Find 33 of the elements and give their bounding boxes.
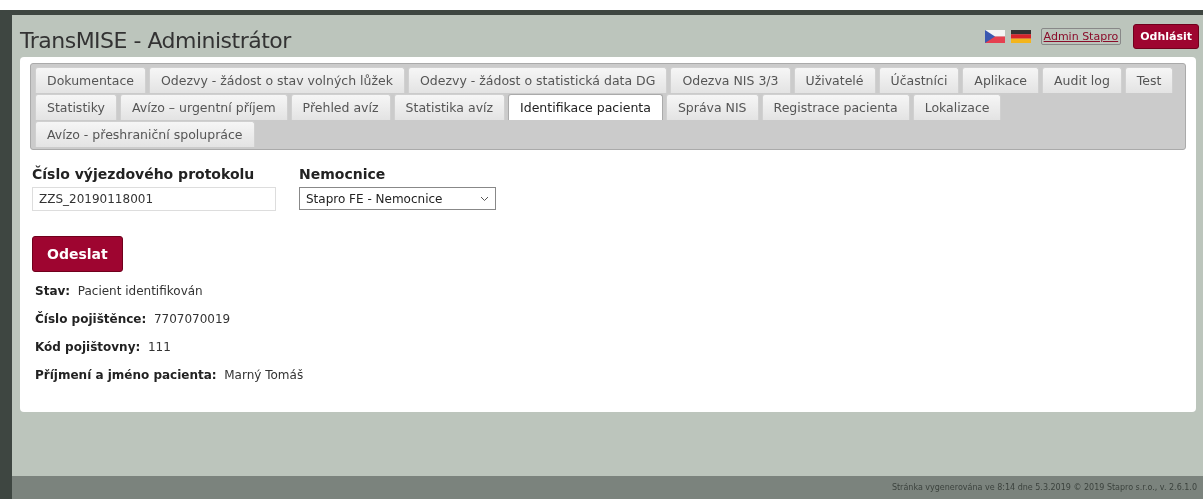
tab[interactable]: Dokumentace: [35, 67, 146, 93]
tab[interactable]: Avízo - přeshraniční spolupráce: [35, 121, 255, 147]
german-flag-icon[interactable]: [1010, 29, 1031, 43]
result-line: Kód pojištovny: 111: [35, 340, 172, 354]
tab[interactable]: Odezvy - žádost o statistická data DG: [408, 67, 668, 93]
app-title: TransMISE - Administrátor: [20, 27, 293, 53]
result-line: Číslo pojištěnce: 7707070019: [35, 312, 232, 326]
tab[interactable]: Správa NIS: [665, 94, 759, 120]
tab[interactable]: Přehled avíz: [290, 94, 391, 120]
tab[interactable]: Účastníci: [878, 67, 960, 93]
tab[interactable]: Audit log: [1042, 67, 1122, 93]
tab[interactable]: Aplikace: [962, 67, 1040, 93]
field-label: Nemocnice: [299, 166, 387, 182]
tab[interactable]: Uživatelé: [793, 67, 876, 93]
logout-button[interactable]: Odhlásit: [1133, 23, 1199, 49]
tab[interactable]: Registrace pacienta: [761, 94, 910, 120]
tab[interactable]: Identifikace pacienta: [508, 94, 663, 120]
user-link[interactable]: Admin Stapro: [1040, 27, 1122, 45]
tab[interactable]: Test: [1124, 67, 1174, 93]
field-label: Číslo výjezdového protokolu: [32, 166, 256, 182]
czech-flag-icon[interactable]: [984, 29, 1005, 43]
tab[interactable]: Odezva NIS 3/3: [670, 67, 791, 93]
tab[interactable]: Statistika avíz: [393, 94, 506, 120]
tab[interactable]: Odezvy - žádost o stav volných lůžek: [148, 67, 405, 93]
input-field[interactable]: ZZS_20190118001: [32, 187, 276, 211]
submit-button[interactable]: Odeslat: [32, 236, 123, 272]
result-line: Stav: Pacient identifikován: [35, 284, 204, 298]
tab[interactable]: Avízo – urgentní příjem: [119, 94, 288, 120]
hospital-dropdown[interactable]: Stapro FE - Nemocnice: [299, 187, 496, 210]
tab[interactable]: Lokalizace: [912, 94, 1002, 120]
tab[interactable]: Statistiky: [35, 94, 117, 120]
result-line: Příjmení a jméno pacienta: Marný Tomáš: [35, 368, 305, 382]
chevron-down-icon: [480, 195, 489, 202]
